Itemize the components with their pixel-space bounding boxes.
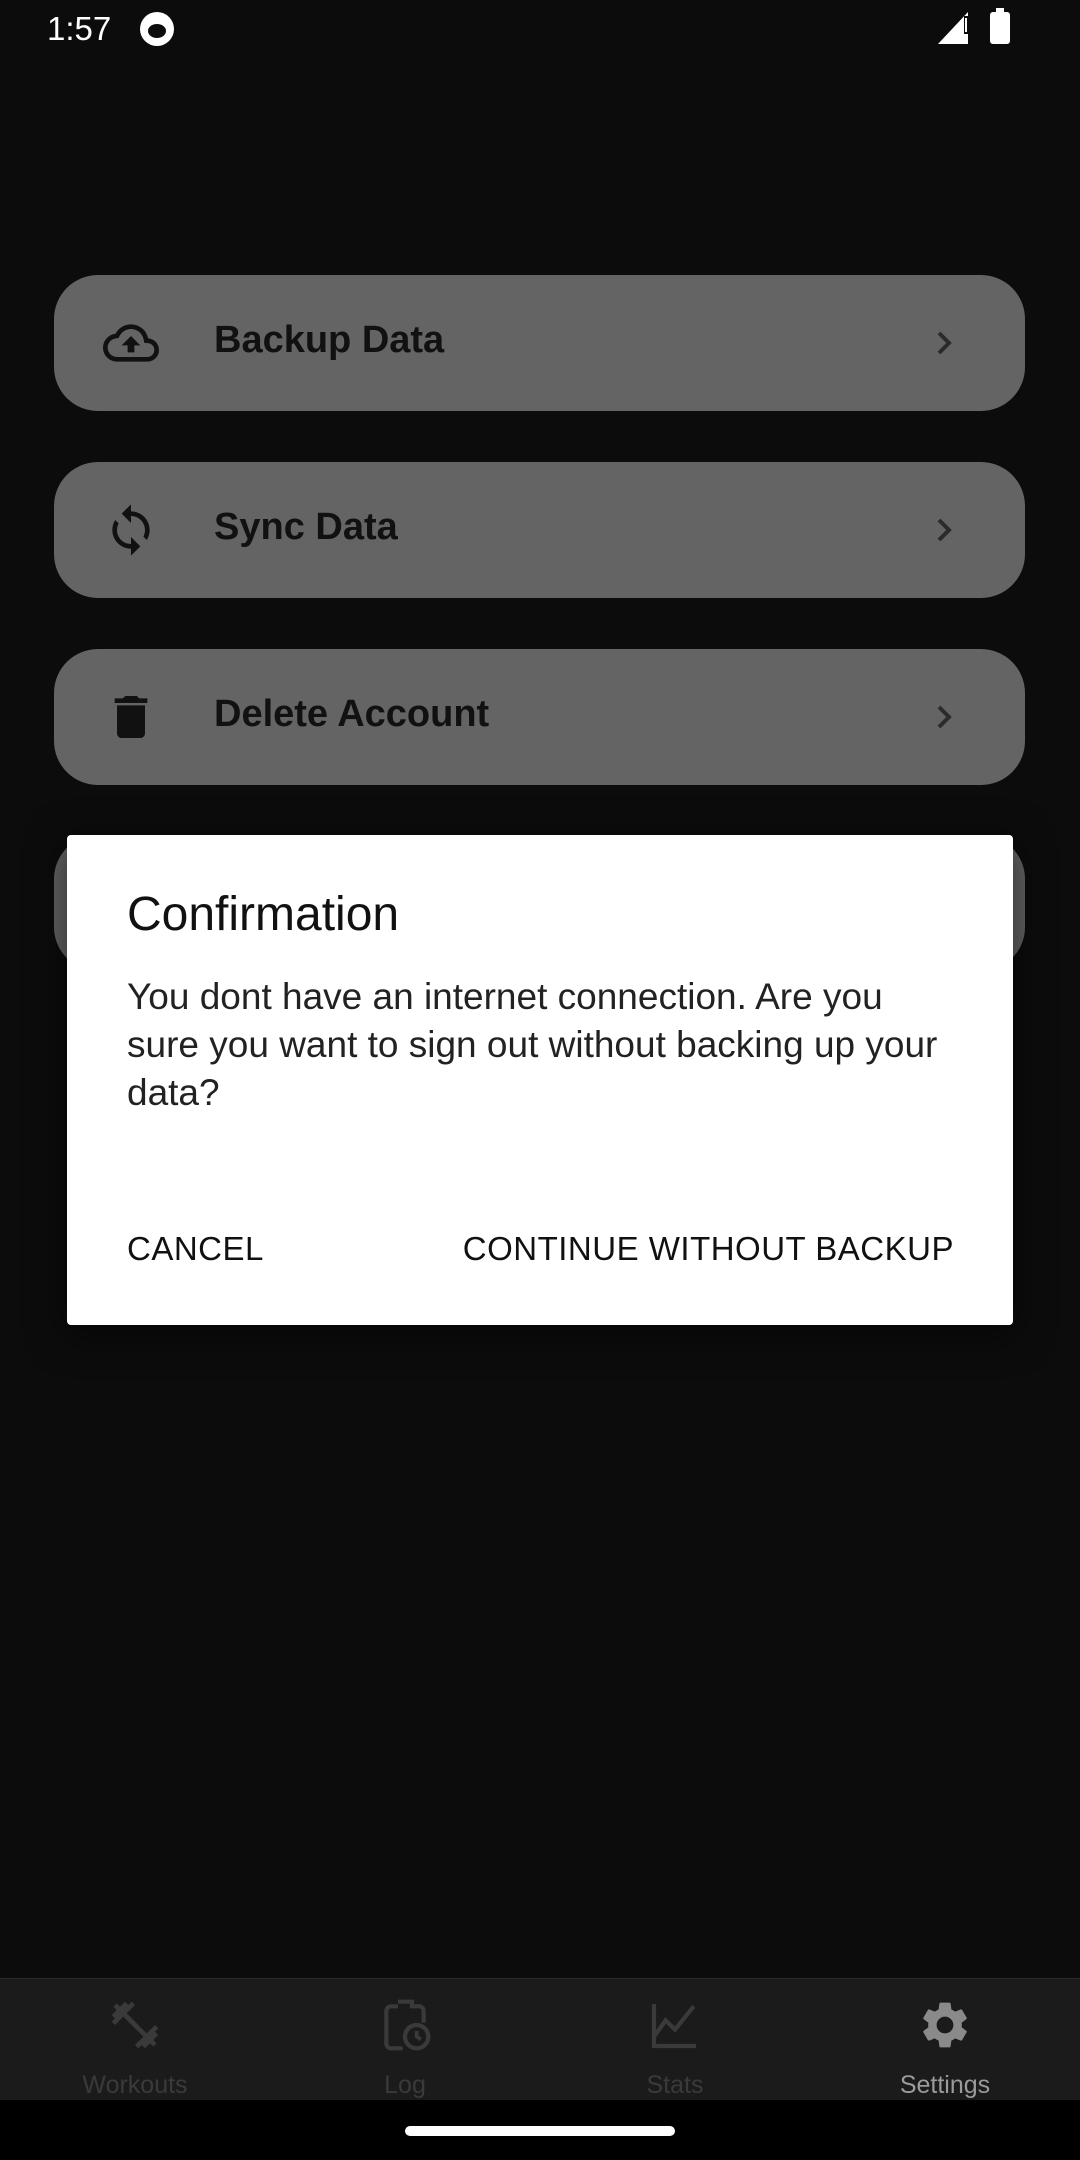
settings-item-delete-account[interactable]: Delete Account xyxy=(54,649,1025,785)
settings-item-sync[interactable]: Sync Data xyxy=(54,462,1025,598)
settings-item-backup[interactable]: Backup Data xyxy=(54,275,1025,411)
nav-label: Stats xyxy=(646,2071,704,2099)
nav-item-stats[interactable]: Stats xyxy=(540,1979,810,2101)
settings-item-label: Sync Data xyxy=(214,506,398,548)
nav-label: Workouts xyxy=(82,2071,188,2099)
nav-item-log[interactable]: Log xyxy=(270,1979,540,2101)
status-time: 1:57 xyxy=(47,10,112,47)
bottom-nav: Workouts Log Stats Settings xyxy=(0,1978,1080,2101)
chevron-right-icon xyxy=(937,331,952,355)
signal-icon xyxy=(938,12,974,44)
line-chart-icon xyxy=(651,2004,696,2049)
chevron-right-icon xyxy=(937,705,952,729)
dialog-title: Confirmation xyxy=(127,888,400,941)
cat-face-icon xyxy=(140,12,174,46)
gear-icon xyxy=(923,2002,967,2048)
chevron-right-icon xyxy=(937,518,952,542)
nav-item-workouts[interactable]: Workouts xyxy=(0,1979,270,2101)
trash-icon xyxy=(114,696,148,738)
confirmation-dialog: Confirmation You dont have an internet c… xyxy=(67,835,1013,1325)
dumbbell-icon xyxy=(111,2001,159,2049)
clipboard-clock-icon xyxy=(384,1999,431,2051)
gesture-bar xyxy=(0,2100,1080,2160)
settings-item-label: Delete Account xyxy=(214,693,490,735)
dialog-message: You dont have an internet connection. Ar… xyxy=(127,976,938,1113)
nav-item-settings[interactable]: Settings xyxy=(810,1979,1080,2101)
settings-item-label: Backup Data xyxy=(214,319,445,361)
cancel-button[interactable]: CANCEL xyxy=(127,1230,264,1268)
continue-without-backup-button[interactable]: CONTINUE WITHOUT BACKUP xyxy=(463,1230,954,1268)
nav-label: Settings xyxy=(899,2071,991,2099)
sync-icon xyxy=(112,504,150,556)
battery-icon xyxy=(990,8,1010,44)
nav-label: Log xyxy=(384,2071,426,2099)
status-bar: 1:57 xyxy=(0,0,1080,60)
cloud-upload-icon xyxy=(103,324,159,362)
home-gesture-handle[interactable] xyxy=(405,2126,675,2136)
